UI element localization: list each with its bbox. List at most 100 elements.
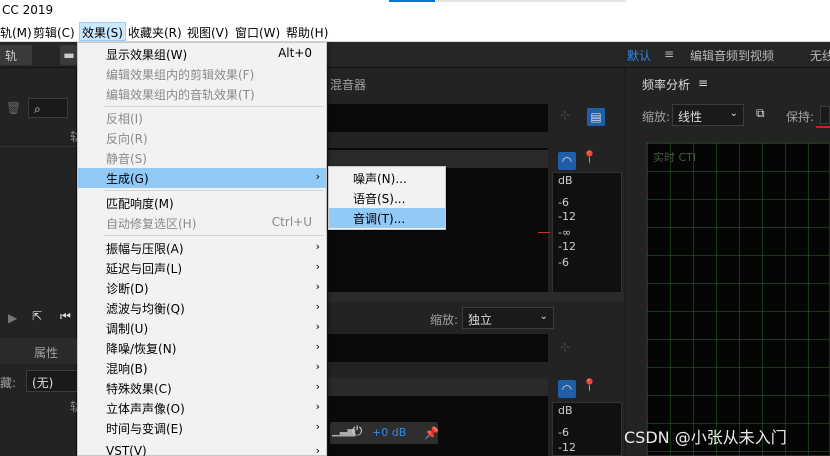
menu-window[interactable]: 窗口(W) — [235, 24, 280, 41]
meter-label: -∞ — [558, 226, 572, 239]
menu-item-label: 延迟与回声(L) — [106, 262, 183, 276]
mixer-header: 混音器 — [330, 78, 367, 92]
menu-separator — [104, 190, 324, 191]
panel-title: 频率分析 — [642, 78, 691, 92]
menu-item-silence[interactable]: 静音(S) — [78, 148, 326, 168]
copy-icon[interactable]: ⧉ — [756, 106, 765, 121]
generate-submenu: 噪声(N)... 语音(S)... 音调(T)... — [328, 166, 446, 230]
menu-item-label: 特殊效果(C) — [106, 382, 172, 396]
menu-item-reverse[interactable]: 反向(R) — [78, 128, 326, 148]
zoom-value: 独立 — [468, 313, 493, 327]
menu-item-special[interactable]: 特殊效果(C) › — [78, 378, 326, 398]
watermark: CSDN @小张从未入门 — [624, 428, 787, 447]
menu-item-edit-clip-effects[interactable]: 编辑效果组内的剪辑效果(F) — [78, 64, 326, 84]
submenu-item-speech[interactable]: 语音(S)... — [329, 188, 445, 208]
headphones-icon[interactable]: ◠ — [558, 380, 576, 398]
track-button[interactable]: 轨 — [0, 45, 32, 65]
chevron-right-icon: › — [315, 260, 320, 273]
tab-properties[interactable]: 属性 — [34, 344, 58, 361]
scale-select[interactable]: 线性 ⌄ — [672, 104, 744, 126]
monitor-icon[interactable]: ▬ — [60, 45, 78, 65]
chevron-right-icon: › — [315, 360, 320, 373]
chevron-right-icon: › — [315, 320, 320, 333]
menu-item-delay-echo[interactable]: 延迟与回声(L) › — [78, 258, 326, 278]
pin-icon[interactable]: 📍 — [582, 378, 597, 392]
menu-item-label: 静音(S) — [106, 152, 147, 166]
keep-field[interactable] — [820, 106, 830, 124]
panel-menu-icon[interactable]: ≡ — [698, 76, 708, 90]
volume-control[interactable]: ▁▃▅ ⏻ +0 dB — [330, 422, 438, 444]
menu-item-label: 自动修复选区(H) — [106, 217, 197, 231]
zoom-label: 缩放: — [430, 313, 459, 327]
menu-item-amplitude-compression[interactable]: 振幅与压限(A) › — [78, 238, 326, 258]
menu-item-label: 时间与变调(E) — [106, 422, 183, 436]
menu-item-time-pitch[interactable]: 时间与变调(E) › — [78, 418, 326, 438]
meter-label: -12 — [558, 210, 576, 223]
menu-item-shortcut: Alt+0 — [278, 46, 312, 60]
title-accent-secondary — [436, 0, 626, 2]
menu-item-invert[interactable]: 反相(I) — [78, 108, 326, 128]
chevron-right-icon: › — [315, 340, 320, 353]
scrollbar-horizontal[interactable] — [328, 292, 624, 302]
chevron-right-icon: › — [315, 170, 320, 183]
chevron-right-icon: › — [315, 400, 320, 413]
menu-item-auto-heal[interactable]: 自动修复选区(H) Ctrl+U — [78, 213, 326, 233]
menu-item-label: 调制(U) — [106, 322, 149, 336]
trash-icon[interactable]: 🗑 — [6, 101, 21, 115]
headphones-icon[interactable]: ◠ — [558, 152, 576, 170]
play-icon[interactable]: ▶ — [8, 311, 17, 325]
graph-label: 实时 CTI — [653, 151, 697, 164]
crosshair-icon[interactable]: ⊹ — [560, 108, 570, 122]
menu-item-label: 滤波与均衡(Q) — [106, 302, 185, 316]
search-field[interactable]: ⌕ — [28, 98, 68, 118]
mixer-display-bottom — [328, 334, 548, 362]
menu-item-stereo-imagery[interactable]: 立体声声像(O) › — [78, 398, 326, 418]
workspace-default[interactable]: 默认 — [627, 47, 651, 64]
menu-item-label: 编辑效果组内的剪辑效果(F) — [106, 68, 255, 82]
menu-item-noise-reduction[interactable]: 降噪/恢复(N) › — [78, 338, 326, 358]
menu-item-generate[interactable]: 生成(G) › — [78, 168, 326, 188]
menu-help[interactable]: 帮助(H) — [286, 24, 328, 41]
menu-separator — [104, 106, 324, 107]
workspace-edit-audio-video[interactable]: 编辑音频到视频 — [690, 47, 774, 64]
menu-view[interactable]: 视图(V) — [187, 24, 229, 41]
menu-item-show-effects-rack[interactable]: 显示效果组(W) Alt+0 — [78, 44, 326, 64]
meter-label: dB — [558, 174, 573, 187]
menu-item-diagnostics[interactable]: 诊断(D) › — [78, 278, 326, 298]
menu-favorites[interactable]: 收藏夹(R) — [128, 24, 182, 41]
volume-value[interactable]: +0 dB — [372, 426, 406, 439]
pin-icon[interactable]: 📌 — [424, 426, 439, 440]
menu-item-modulation[interactable]: 调制(U) › — [78, 318, 326, 338]
workspace-menu-icon[interactable]: ≡ — [664, 47, 674, 61]
menu-item-match-loudness[interactable]: 匹配响度(M) — [78, 193, 326, 213]
frequency-graph: 实时 CTI — [646, 142, 830, 456]
submenu-item-label: 语音(S)... — [353, 192, 406, 206]
playhead-marker — [538, 232, 550, 233]
crosshair-icon[interactable]: ⊹ — [560, 340, 570, 354]
menu-clip[interactable]: 剪辑(C) — [33, 24, 75, 41]
menu-item-label: 降噪/恢复(N) — [106, 342, 177, 356]
skip-icon[interactable]: ⏮ — [60, 309, 71, 324]
workspace-wireless[interactable]: 无线 — [810, 47, 830, 64]
menu-item-label: 显示效果组(W) — [106, 48, 188, 62]
submenu-item-label: 音调(T)... — [353, 212, 406, 226]
volume-knob-icon[interactable]: ⏻ — [352, 424, 362, 439]
menu-item-label: VST(V) — [106, 444, 147, 456]
zoom-select[interactable]: 独立 ⌄ — [462, 307, 554, 329]
menu-item-vst[interactable]: VST(V) › — [78, 442, 326, 456]
keep-label: 保持: — [786, 110, 815, 124]
menu-item-filter-eq[interactable]: 滤波与均衡(Q) › — [78, 298, 326, 318]
export-icon[interactable]: ⇱ — [32, 309, 42, 323]
menu-item-shortcut: Ctrl+U — [271, 215, 312, 229]
favorites-select[interactable]: (无) — [26, 370, 78, 392]
menu-item-reverb[interactable]: 混响(B) › — [78, 358, 326, 378]
title-accent — [389, 0, 435, 2]
pin-icon[interactable]: 📍 — [582, 150, 597, 164]
chevron-right-icon: › — [315, 380, 320, 393]
menu-track[interactable]: 轨(M) — [0, 24, 32, 41]
menu-item-edit-track-effects[interactable]: 编辑效果组内的音轨效果(T) — [78, 84, 326, 104]
submenu-item-tones[interactable]: 音调(T)... — [329, 208, 445, 228]
submenu-item-noise[interactable]: 噪声(N)... — [329, 168, 445, 188]
list-view-icon[interactable]: ▤ — [587, 108, 605, 126]
menu-effects[interactable]: 效果(S) — [79, 22, 126, 41]
